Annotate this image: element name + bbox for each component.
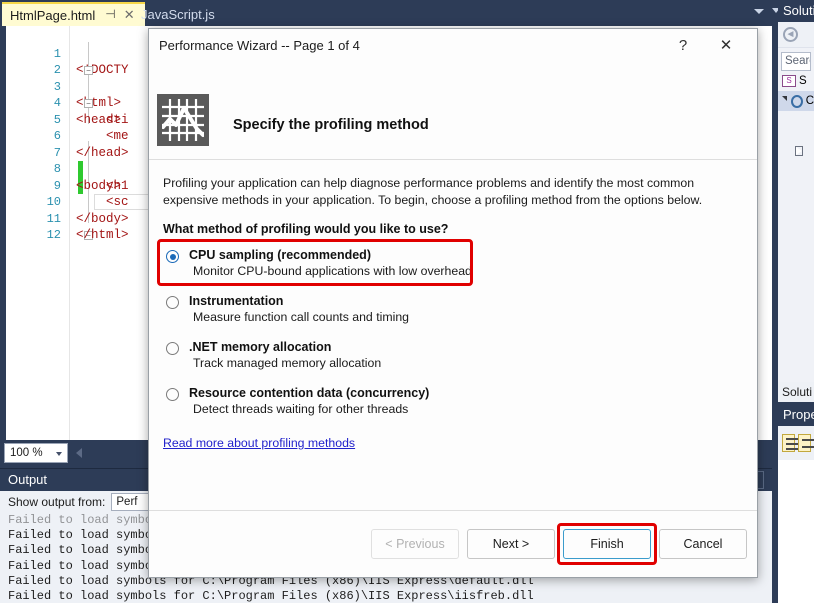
solution-explorer-footer-tab[interactable]: Soluti — [778, 382, 814, 402]
option-net-memory-allocation[interactable]: .NET memory allocation Track managed mem… — [163, 338, 743, 374]
option-instrumentation[interactable]: Instrumentation Measure function call co… — [163, 292, 743, 328]
chevron-down-icon[interactable] — [754, 9, 764, 14]
show-output-from-label: Show output from: — [8, 495, 106, 509]
dialog-intro-text: Profiling your application can help diag… — [163, 176, 703, 207]
radio-resource-contention-data[interactable] — [166, 388, 179, 401]
radio-instrumentation[interactable] — [166, 296, 179, 309]
option-label: .NET memory allocation — [189, 340, 332, 354]
option-label: Instrumentation — [189, 294, 284, 308]
categorized-view-icon[interactable] — [782, 434, 798, 452]
properties-toolbar — [778, 426, 814, 460]
tab-label: HtmlPage.html — [10, 7, 96, 23]
solution-explorer-search-input[interactable]: Searc — [781, 52, 811, 71]
close-icon[interactable]: ✕ — [713, 35, 739, 57]
solution-explorer-solution-row[interactable]: S S — [778, 71, 814, 91]
solution-explorer-toolbar: ◄ — [778, 22, 814, 48]
finish-button[interactable]: Finish — [563, 529, 651, 559]
solution-explorer-title: Soluti — [778, 0, 814, 22]
output-title-label: Output — [8, 472, 48, 487]
dialog-body: Profiling your application can help diag… — [149, 161, 757, 510]
tab-htmlpage-html[interactable]: HtmlPage.html ⊣ ✕ — [2, 2, 145, 26]
line-text: </html> — [76, 228, 129, 242]
dialog-question-label: What method of profiling would you like … — [163, 222, 449, 236]
chevron-down-icon — [56, 452, 62, 456]
option-label: CPU sampling (recommended) — [189, 248, 371, 262]
solution-row-label: S — [799, 75, 807, 87]
scroll-left-arrow-icon[interactable] — [76, 448, 82, 458]
project-row-label: C — [805, 95, 814, 107]
help-icon[interactable]: ? — [671, 35, 695, 57]
option-description: Measure function call counts and timing — [193, 310, 409, 324]
option-description: Detect threads waiting for other threads — [193, 402, 409, 416]
radio-net-memory-allocation[interactable] — [166, 342, 179, 355]
zoom-level-select[interactable]: 100 % — [4, 443, 68, 463]
tab-javascript-js[interactable]: JavaScript.js — [135, 2, 221, 26]
read-more-link[interactable]: Read more about profiling methods — [163, 436, 355, 450]
expander-expand-icon[interactable] — [795, 146, 803, 156]
log-line: Failed to load symbols for C:\Program Fi… — [8, 589, 534, 603]
solution-explorer-project-row[interactable]: C — [778, 91, 814, 111]
line-number: 12 — [46, 228, 61, 242]
properties-panel: Prope — [778, 404, 814, 603]
option-description: Track managed memory allocation — [193, 356, 382, 370]
solution-explorer-child-row[interactable] — [778, 141, 814, 161]
performance-chart-icon — [157, 94, 209, 146]
option-description: Monitor CPU-bound applications with low … — [193, 264, 472, 278]
back-arrow-icon[interactable]: ◄ — [783, 27, 798, 42]
alphabetical-view-icon[interactable] — [798, 434, 814, 452]
cancel-button[interactable]: Cancel — [659, 529, 747, 559]
project-icon — [791, 94, 803, 108]
radio-cpu-sampling[interactable] — [166, 250, 179, 263]
solution-explorer-panel: Soluti ◄ Searc S S C — [778, 0, 814, 382]
option-label: Resource contention data (concurrency) — [189, 386, 430, 400]
dialog-title-text: Performance Wizard -- Page 1 of 4 — [159, 38, 360, 53]
highlight-rectangle-cpu-sampling — [157, 239, 473, 286]
zoom-level-value: 100 % — [10, 447, 43, 459]
dialog-title-bar: Performance Wizard -- Page 1 of 4 — [149, 29, 757, 62]
right-dock-column: Soluti ◄ Searc S S C Soluti Prope — [772, 0, 814, 603]
expander-collapse-icon[interactable] — [782, 96, 787, 106]
pin-icon[interactable]: ⊣ — [101, 7, 119, 21]
option-resource-contention-data[interactable]: Resource contention data (concurrency) D… — [163, 384, 743, 420]
profiling-method-radio-group: CPU sampling (recommended) Monitor CPU-b… — [157, 239, 743, 420]
next-button[interactable]: Next > — [467, 529, 555, 559]
dialog-header: Specify the profiling method — [149, 62, 757, 160]
dialog-header-text: Specify the profiling method — [233, 117, 429, 133]
properties-grid[interactable] — [778, 460, 814, 603]
properties-title: Prope — [778, 404, 814, 426]
option-cpu-sampling[interactable]: CPU sampling (recommended) Monitor CPU-b… — [157, 239, 743, 286]
editor-tab-strip: HtmlPage.html ⊣ ✕ JavaScript.js — [0, 0, 772, 26]
application-window: HtmlPage.html ⊣ ✕ JavaScript.js 1 <!DOCT… — [0, 0, 814, 603]
solution-icon: S — [782, 75, 796, 87]
dialog-footer: < Previous Next > Finish Cancel — [149, 510, 757, 577]
previous-button[interactable]: < Previous — [371, 529, 459, 559]
tab-label: JavaScript.js — [141, 6, 215, 22]
performance-wizard-dialog: Performance Wizard -- Page 1 of 4 ? ✕ Sp… — [148, 28, 758, 578]
